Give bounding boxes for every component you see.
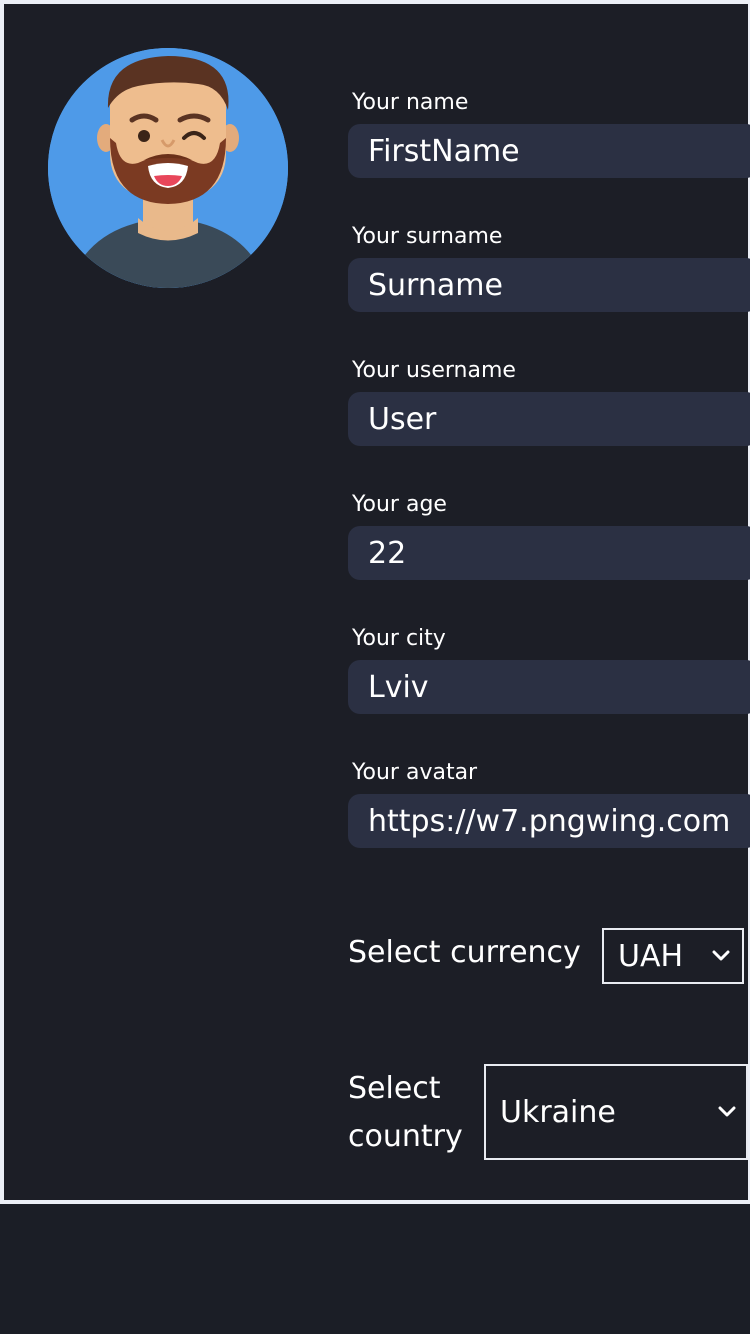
username-label: Your username xyxy=(352,358,516,383)
username-input[interactable] xyxy=(348,392,750,446)
currency-selected-value: UAH xyxy=(618,938,684,974)
avatar xyxy=(48,48,288,288)
chevron-down-icon xyxy=(718,1106,736,1117)
surname-input[interactable] xyxy=(348,258,750,312)
age-label: Your age xyxy=(352,492,447,517)
name-label: Your name xyxy=(352,90,469,115)
avatar-url-label: Your avatar xyxy=(352,760,478,785)
country-label-line2: country xyxy=(348,1119,463,1154)
country-select[interactable]: Ukraine xyxy=(484,1064,748,1160)
chevron-down-icon xyxy=(712,950,730,961)
age-input[interactable] xyxy=(348,526,750,580)
name-input[interactable] xyxy=(348,124,750,178)
avatar-url-input[interactable] xyxy=(348,794,750,848)
avatar-image xyxy=(48,48,288,288)
profile-form-card: Your name Your surname Your username You… xyxy=(0,0,750,1204)
country-selected-value: Ukraine xyxy=(500,1094,616,1130)
country-label-line1: Select xyxy=(348,1071,441,1106)
city-input[interactable] xyxy=(348,660,750,714)
currency-label: Select currency xyxy=(348,935,581,970)
city-label: Your city xyxy=(352,626,446,651)
currency-select[interactable]: UAH xyxy=(602,928,744,984)
surname-label: Your surname xyxy=(352,224,503,249)
